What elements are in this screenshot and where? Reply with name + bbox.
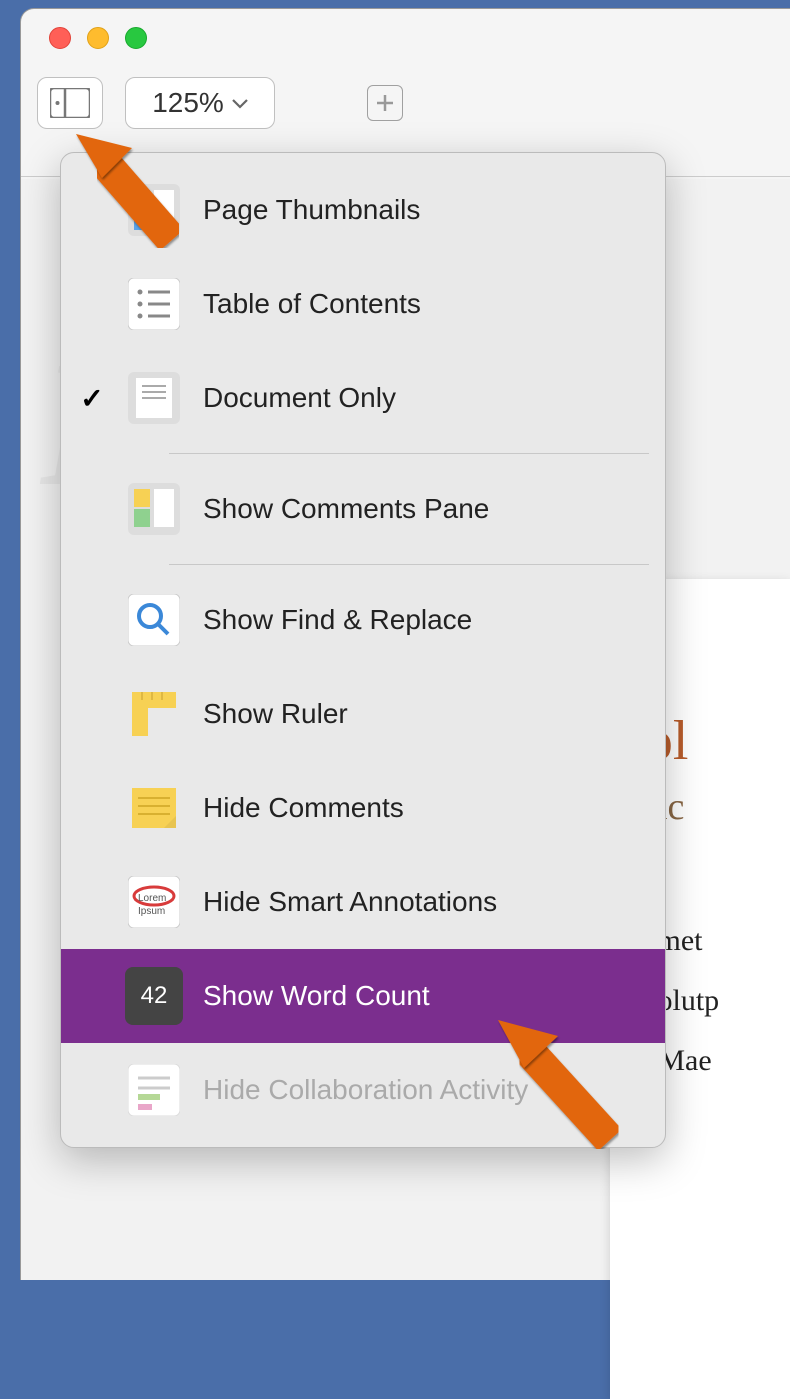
titlebar bbox=[21, 9, 790, 67]
maximize-window-button[interactable] bbox=[125, 27, 147, 49]
word-count-icon: 42 bbox=[125, 967, 183, 1025]
menu-item-label: Show Word Count bbox=[203, 980, 430, 1012]
menu-item-label: Show Comments Pane bbox=[203, 493, 489, 525]
document-only-icon bbox=[125, 369, 183, 427]
menu-item-label: Page Thumbnails bbox=[203, 194, 420, 226]
menu-item-label: Show Find & Replace bbox=[203, 604, 472, 636]
menu-item-label: Document Only bbox=[203, 382, 396, 414]
menu-item-show-ruler[interactable]: Show Ruler bbox=[61, 667, 665, 761]
menu-item-label: Hide Smart Annotations bbox=[203, 886, 497, 918]
smart-annotations-icon: Lorem Ipsum bbox=[125, 873, 183, 931]
menu-item-hide-comments[interactable]: Hide Comments bbox=[61, 761, 665, 855]
ruler-icon bbox=[125, 685, 183, 743]
view-options-menu: Page Thumbnails Table of Contents ✓ Docu… bbox=[60, 152, 666, 1148]
svg-text:Lorem: Lorem bbox=[138, 893, 166, 904]
menu-item-label: Show Ruler bbox=[203, 698, 348, 730]
menu-item-label: Hide Comments bbox=[203, 792, 404, 824]
menu-separator bbox=[169, 564, 649, 565]
chevron-down-icon bbox=[232, 93, 248, 114]
svg-text:Ipsum: Ipsum bbox=[138, 906, 165, 917]
collaboration-activity-icon bbox=[125, 1061, 183, 1119]
menu-item-show-comments-pane[interactable]: Show Comments Pane bbox=[61, 462, 665, 556]
annotation-arrow-bottom bbox=[480, 1010, 640, 1150]
comments-pane-icon bbox=[125, 480, 183, 538]
zoom-value: 125% bbox=[152, 87, 224, 119]
search-icon bbox=[125, 591, 183, 649]
minimize-window-button[interactable] bbox=[87, 27, 109, 49]
plus-icon bbox=[375, 93, 395, 113]
add-page-button[interactable] bbox=[367, 85, 403, 121]
menu-item-label: Table of Contents bbox=[203, 288, 421, 320]
menu-item-table-of-contents[interactable]: Table of Contents bbox=[61, 257, 665, 351]
table-of-contents-icon bbox=[125, 275, 183, 333]
menu-item-hide-smart-annotations[interactable]: Lorem Ipsum Hide Smart Annotations bbox=[61, 855, 665, 949]
annotation-arrow-top bbox=[62, 120, 202, 260]
traffic-lights bbox=[49, 27, 147, 49]
sticky-note-icon bbox=[125, 779, 183, 837]
menu-item-document-only[interactable]: ✓ Document Only bbox=[61, 351, 665, 445]
close-window-button[interactable] bbox=[49, 27, 71, 49]
sidebar-panel-icon bbox=[50, 88, 90, 118]
checkmark-icon: ✓ bbox=[79, 382, 105, 415]
menu-separator bbox=[169, 453, 649, 454]
menu-item-show-find-replace[interactable]: Show Find & Replace bbox=[61, 573, 665, 667]
